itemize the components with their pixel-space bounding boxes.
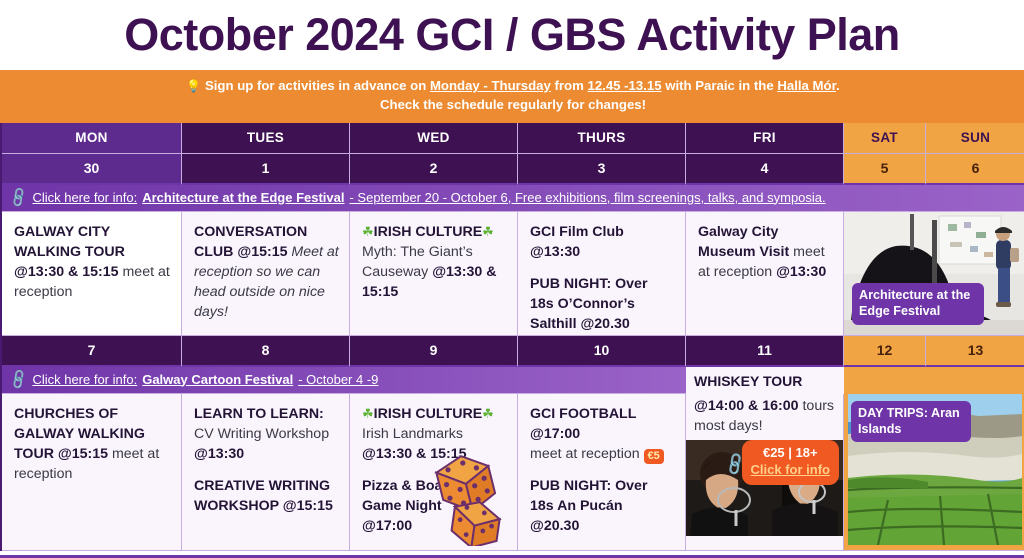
dice-icon [434, 454, 502, 546]
w1-mon-time: @13:30 & 15:15 [14, 263, 119, 280]
weekend-photo-w1[interactable]: Architecture at the Edge Festival [844, 211, 1024, 336]
notice-text-b: from [550, 78, 588, 93]
date-cell-w1-wed: 2 [350, 153, 518, 185]
activity-cell-w2-thurs[interactable]: GCI FOOTBALL @17:00 meet at reception €5… [518, 393, 686, 551]
date-cell-w2-sun: 13 [926, 335, 1024, 367]
activity-cell-w2-tues[interactable]: LEARN TO LEARN: CV Writing Workshop @13:… [182, 393, 350, 551]
notice-text-c: with Paraic in the [661, 78, 778, 93]
signup-notice-banner: 💡 Sign up for activities in advance on M… [0, 70, 1024, 123]
festival-ribbon-architecture[interactable]: 🔗 Click here for info: Architecture at t… [2, 184, 1024, 212]
activity-cell-w1-fri[interactable]: Galway City Museum Visit meet at recepti… [686, 211, 844, 336]
activity-cell-w1-thurs[interactable]: GCI Film Club @13:30 PUB NIGHT: Over 18s… [518, 211, 686, 336]
date-cell-w1-thurs: 3 [518, 153, 686, 185]
w2-thurs-event-1: GCI FOOTBALL @17:00 [530, 405, 637, 442]
light-bulb-icon: 💡 [186, 79, 202, 93]
date-cell-w2-sat: 12 [844, 335, 926, 367]
day-header-tues: TUES [182, 122, 350, 154]
day-header-thurs: THURS [518, 122, 686, 154]
w2-wed-tag: IRISH CULTURE [373, 405, 483, 422]
activity-cell-w1-tues[interactable]: CONVERSATION CLUB @15:15 Meet at recepti… [182, 211, 350, 336]
date-cell-w1-mon: 30 [2, 153, 182, 185]
photo-caption-aran: DAY TRIPS: Aran Islands [851, 400, 971, 443]
date-cell-w2-wed: 9 [350, 335, 518, 367]
ribbon-click-label: Click here for info: [32, 189, 138, 205]
w2-weekend-ribbon-filler [844, 366, 1024, 394]
w2-tues-title-1: LEARN TO LEARN: [194, 405, 324, 422]
w2-tues-body-1: CV Writing Workshop [194, 425, 330, 442]
w2-fri-whiskey-title: WHISKEY TOUR [686, 366, 844, 394]
date-cell-w1-fri: 4 [686, 153, 844, 185]
notice-place: Halla Mór [777, 78, 836, 93]
activity-cell-w1-mon[interactable]: GALWAY CITY WALKING TOUR @13:30 & 15:15 … [2, 211, 182, 336]
w1-wed-tag: IRISH CULTURE [373, 223, 483, 240]
activity-cell-w2-fri[interactable]: @14:00 & 16:00 tours most days! 🔗 €25 | … [686, 393, 844, 551]
date-cell-w2-fri: 11 [686, 335, 844, 367]
ribbon2-click-label: Click here for info: [32, 371, 138, 387]
w2-thurs-event-1-note: meet at reception [530, 445, 644, 462]
shamrock-icon: ☘ [482, 405, 494, 421]
calendar-grid: MON TUES WED THURS FRI SAT SUN 30 1 2 3 … [0, 122, 1024, 551]
w1-tues-time: @15:15 [237, 243, 288, 260]
w1-thurs-event-1: GCI Film Club @13:30 [530, 223, 624, 260]
page-title: October 2024 GCI / GBS Activity Plan [124, 9, 900, 60]
date-cell-w2-tues: 8 [182, 335, 350, 367]
w1-fri-time: @13:30 [776, 263, 827, 280]
whiskey-badge-link[interactable]: Click for info [751, 461, 830, 479]
ribbon-festival-detail: - September 20 - October 6, Free exhibit… [349, 189, 826, 205]
w1-thurs-event-2: PUB NIGHT: Over 18s O’Connor’s Salthill … [530, 275, 648, 333]
w2-fri-time: @14:00 & 16:00 [694, 397, 799, 414]
w1-fri-title: Galway City Museum Visit [698, 223, 790, 260]
shamrock-icon: ☘ [362, 223, 374, 239]
notice-text-d: . [835, 78, 840, 93]
ribbon2-festival-detail: - October 4 -9 [298, 371, 379, 387]
activity-cell-w1-wed[interactable]: ☘IRISH CULTURE☘ Myth: The Giant’s Causew… [350, 211, 518, 336]
notice-line2: Check the schedule regularly for changes… [379, 97, 647, 113]
date-cell-w2-thurs: 10 [518, 335, 686, 367]
w2-wed-body: Irish Landmarks [362, 425, 463, 442]
date-cell-w1-tues: 1 [182, 153, 350, 185]
date-cell-w1-sat: 5 [844, 153, 926, 185]
whiskey-badge-price: €25 | 18+ [762, 444, 818, 460]
festival-ribbon-cartoon[interactable]: 🔗 Click here for info: Galway Cartoon Fe… [2, 366, 686, 394]
w2-tues-title-2: CREATIVE WRITING WORKSHOP @15:15 [194, 478, 333, 515]
day-header-wed: WED [350, 122, 518, 154]
activity-cell-w2-mon[interactable]: CHURCHES OF GALWAY WALKING TOUR @15:15 m… [2, 393, 182, 551]
day-header-sat: SAT [844, 122, 926, 154]
chain-link-icon: 🔗 [6, 367, 31, 391]
activity-cell-w2-wed[interactable]: ☘IRISH CULTURE☘ Irish Landmarks @13:30 &… [350, 393, 518, 551]
shamrock-icon: ☘ [482, 223, 494, 239]
day-header-fri: FRI [686, 122, 844, 154]
activity-plan-page: October 2024 GCI / GBS Activity Plan 💡 S… [0, 0, 1024, 558]
w2-thurs-event-2: PUB NIGHT: Over 18s An Pucán @20.30 [530, 478, 648, 535]
whiskey-price-info-badge[interactable]: 🔗 €25 | 18+ Click for info [722, 439, 839, 485]
ribbon2-festival-name: Galway Cartoon Festival [142, 371, 294, 387]
date-cell-w1-sun: 6 [926, 153, 1024, 185]
ribbon-festival-name: Architecture at the Edge Festival [142, 189, 345, 205]
day-header-sun: SUN [926, 122, 1024, 154]
notice-text-a: Sign up for activities in advance on [204, 78, 430, 93]
chain-link-icon: 🔗 [6, 185, 31, 209]
w1-mon-title: GALWAY CITY WALKING TOUR [14, 223, 125, 260]
day-header-mon: MON [2, 122, 182, 154]
shamrock-icon: ☘ [362, 405, 374, 421]
notice-days: Monday - Thursday [429, 78, 551, 93]
w2-tues-time-1: @13:30 [194, 445, 245, 462]
price-badge-5-euro: €5 [643, 448, 664, 464]
notice-time: 12.45 -13.15 [587, 78, 662, 93]
date-cell-w2-mon: 7 [2, 335, 182, 367]
photo-caption-architecture: Architecture at the Edge Festival [852, 282, 984, 325]
weekend-photo-w2[interactable]: DAY TRIPS: Aran Islands [844, 393, 1024, 551]
